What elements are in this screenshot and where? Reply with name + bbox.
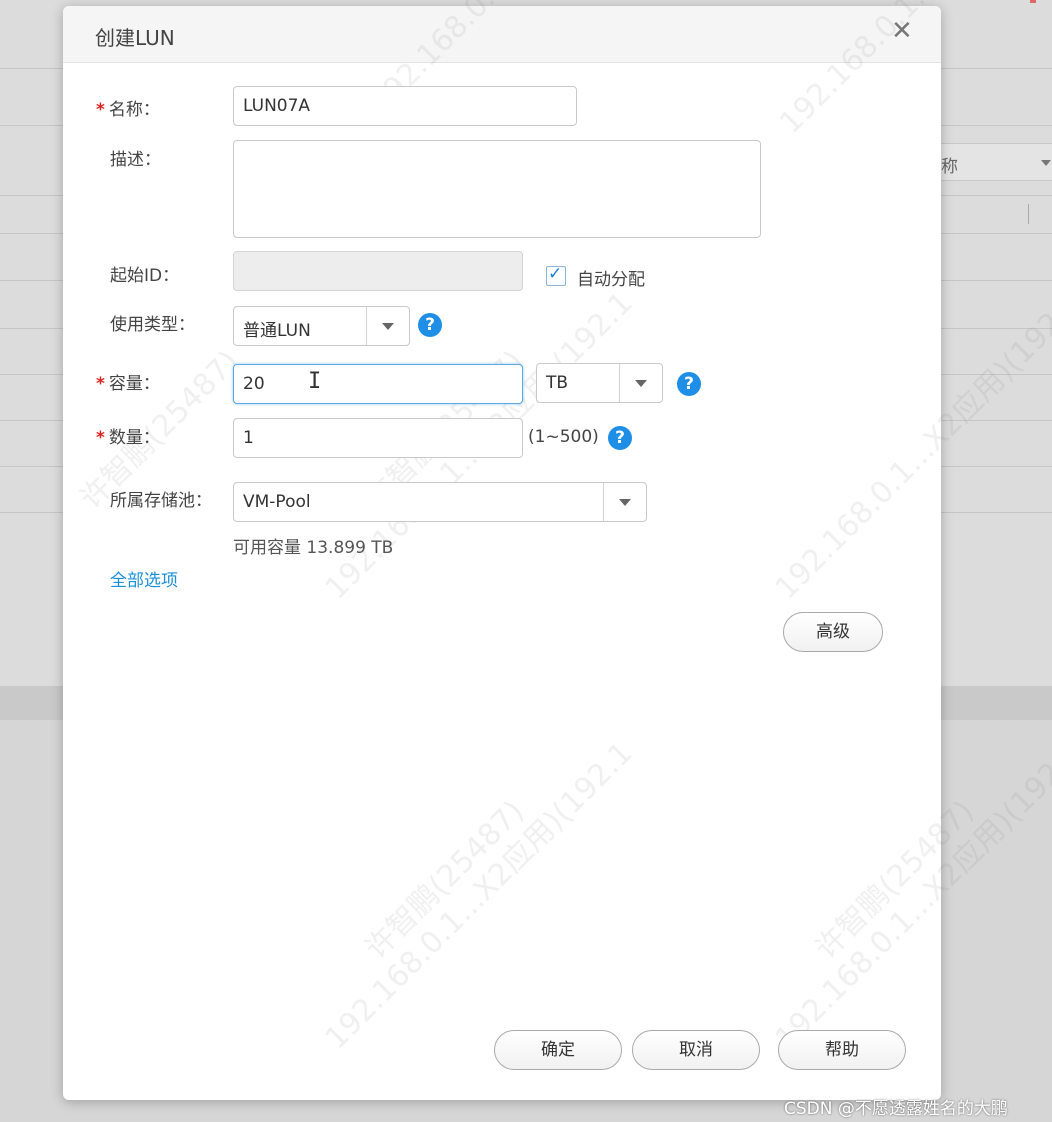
usage-type-dropdown-button[interactable] — [366, 307, 409, 345]
background-divider — [1028, 204, 1029, 224]
text-cursor-icon: I — [308, 369, 322, 394]
quantity-input[interactable] — [233, 418, 523, 458]
capacity-unit-select[interactable]: TB — [536, 363, 663, 403]
available-capacity-text: 可用容量 13.899 TB — [233, 538, 394, 558]
capacity-input[interactable] — [233, 364, 523, 404]
required-mark: * — [96, 100, 105, 120]
quantity-label-text: 数量： — [108, 428, 160, 448]
help-icon[interactable]: ? — [608, 426, 632, 450]
description-input[interactable] — [233, 140, 761, 238]
capacity-label-text: 容量： — [108, 374, 160, 394]
description-label: 描述： — [110, 150, 161, 170]
chevron-down-icon — [619, 499, 631, 506]
background-accent-mark — [1030, 0, 1036, 3]
ok-button[interactable]: 确定 — [494, 1030, 622, 1070]
cancel-button[interactable]: 取消 — [632, 1030, 760, 1070]
quantity-range-hint: (1~500) — [528, 427, 599, 447]
chevron-down-icon — [1041, 160, 1051, 166]
required-mark: * — [96, 428, 105, 448]
capacity-unit-dropdown-button[interactable] — [619, 364, 662, 402]
close-icon[interactable]: ✕ — [891, 18, 913, 44]
storage-pool-value: VM-Pool — [243, 492, 311, 512]
chevron-down-icon — [382, 323, 394, 330]
storage-pool-select[interactable]: VM-Pool — [233, 482, 647, 522]
create-lun-dialog: 创建LUN ✕ 192.168.0.1... 192.168.0.1... 许智… — [63, 0, 1052, 1100]
capacity-label: * 容量： — [96, 369, 160, 394]
auto-assign-label: 自动分配 — [577, 270, 645, 290]
capacity-unit-value: TB — [546, 373, 569, 393]
help-icon[interactable]: ? — [677, 372, 701, 396]
usage-type-select[interactable]: 普通LUN — [233, 306, 410, 346]
start-id-label: 起始ID： — [110, 266, 180, 286]
required-mark: * — [96, 374, 105, 394]
dialog-title: 创建LUN — [95, 26, 175, 50]
watermark: 192.168.0.1...X2应用)(192.1 — [313, 730, 640, 1057]
watermark: 许智鹏(25487) — [353, 788, 532, 967]
start-id-input[interactable] — [233, 251, 523, 291]
storage-pool-label: 所属存储池： — [110, 491, 212, 511]
advanced-button[interactable]: 高级 — [783, 612, 883, 652]
name-label: * 名称： — [96, 95, 160, 120]
name-label-text: 名称： — [108, 100, 160, 120]
credit-watermark: CSDN @不愿透露姓名的大鹏 — [784, 1099, 1008, 1119]
background-sort-select: 称 — [928, 143, 1052, 181]
checkmark-icon: ✓ — [548, 264, 563, 284]
usage-type-label: 使用类型： — [110, 315, 195, 335]
watermark-text: 192.168.0.1...X2应用)(192.1 — [318, 735, 640, 1057]
watermark-text: 许智鹏(25487) — [358, 793, 532, 967]
all-options-link[interactable]: 全部选项 — [110, 566, 178, 591]
auto-assign-checkbox[interactable]: ✓ — [546, 264, 566, 286]
storage-pool-dropdown-button[interactable] — [603, 483, 646, 521]
help-button[interactable]: 帮助 — [778, 1030, 906, 1070]
background-sort-select-label: 称 — [941, 157, 958, 177]
chevron-down-icon — [635, 380, 647, 387]
quantity-label: * 数量： — [96, 423, 160, 448]
usage-type-value: 普通LUN — [243, 321, 311, 341]
dialog-header: 创建LUN ✕ — [63, 6, 941, 63]
help-icon[interactable]: ? — [418, 313, 442, 337]
name-input[interactable] — [233, 86, 577, 126]
